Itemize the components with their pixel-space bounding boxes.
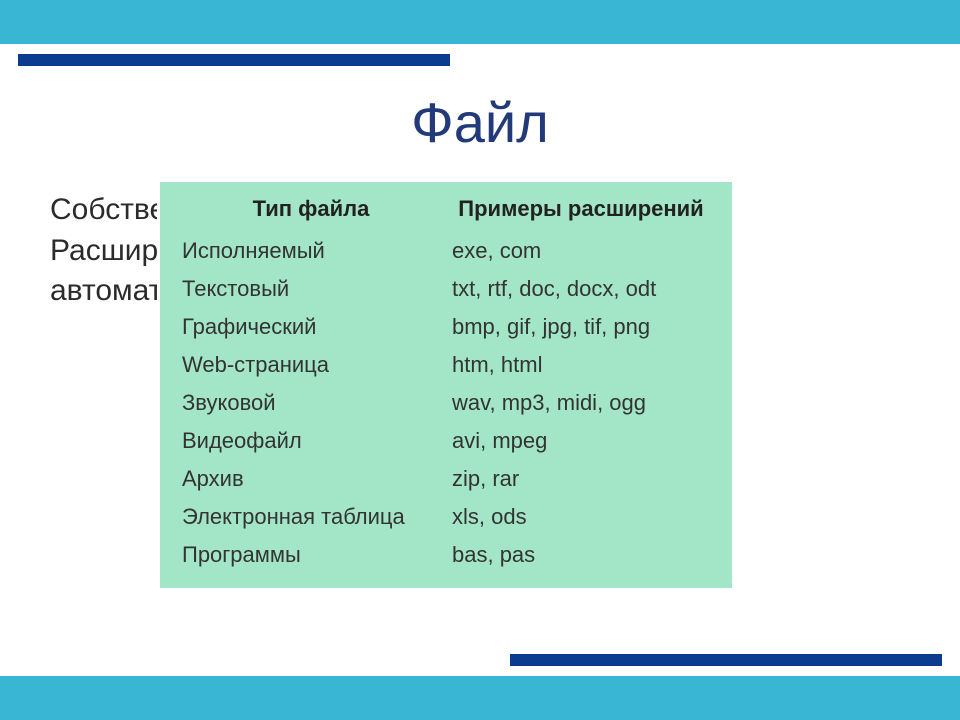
table-row: Графический bmp, gif, jpg, tif, png <box>176 308 716 346</box>
table-row: Текстовый txt, rtf, doc, docx, odt <box>176 270 716 308</box>
cell-ext: xls, ods <box>446 498 716 536</box>
cell-ext: zip, rar <box>446 460 716 498</box>
header-ext: Примеры расширений <box>446 192 716 232</box>
cell-ext: exe, com <box>446 232 716 270</box>
cell-type: Видеофайл <box>176 422 446 460</box>
cell-type: Программы <box>176 536 446 574</box>
bottom-accent-bar <box>0 676 960 720</box>
cell-type: Web-страница <box>176 346 446 384</box>
cell-ext: bmp, gif, jpg, tif, png <box>446 308 716 346</box>
header-type: Тип файла <box>176 192 446 232</box>
cell-type: Электронная таблица <box>176 498 446 536</box>
slide-title: Файл <box>0 90 960 155</box>
table-row: Звуковой wav, mp3, midi, ogg <box>176 384 716 422</box>
cell-ext: avi, mpeg <box>446 422 716 460</box>
table-row: Исполняемый exe, com <box>176 232 716 270</box>
table: Тип файла Примеры расширений Исполняемый… <box>176 192 716 574</box>
cell-type: Текстовый <box>176 270 446 308</box>
cell-type: Исполняемый <box>176 232 446 270</box>
slide: Файл Собственно имя файлу даёт пользоват… <box>0 0 960 720</box>
table-row: Электронная таблица xls, ods <box>176 498 716 536</box>
table-row: Программы bas, pas <box>176 536 716 574</box>
cell-ext: wav, mp3, midi, ogg <box>446 384 716 422</box>
cell-type: Архив <box>176 460 446 498</box>
cell-type: Звуковой <box>176 384 446 422</box>
cell-ext: htm, html <box>446 346 716 384</box>
bottom-overline <box>510 654 942 666</box>
table-row: Web-страница htm, html <box>176 346 716 384</box>
table-row: Видеофайл avi, mpeg <box>176 422 716 460</box>
table-row: Архив zip, rar <box>176 460 716 498</box>
top-accent-bar <box>0 0 960 44</box>
cell-ext: txt, rtf, doc, docx, odt <box>446 270 716 308</box>
table-header-row: Тип файла Примеры расширений <box>176 192 716 232</box>
cell-ext: bas, pas <box>446 536 716 574</box>
cell-type: Графический <box>176 308 446 346</box>
file-types-table: Тип файла Примеры расширений Исполняемый… <box>160 182 732 588</box>
top-underline <box>18 54 450 66</box>
